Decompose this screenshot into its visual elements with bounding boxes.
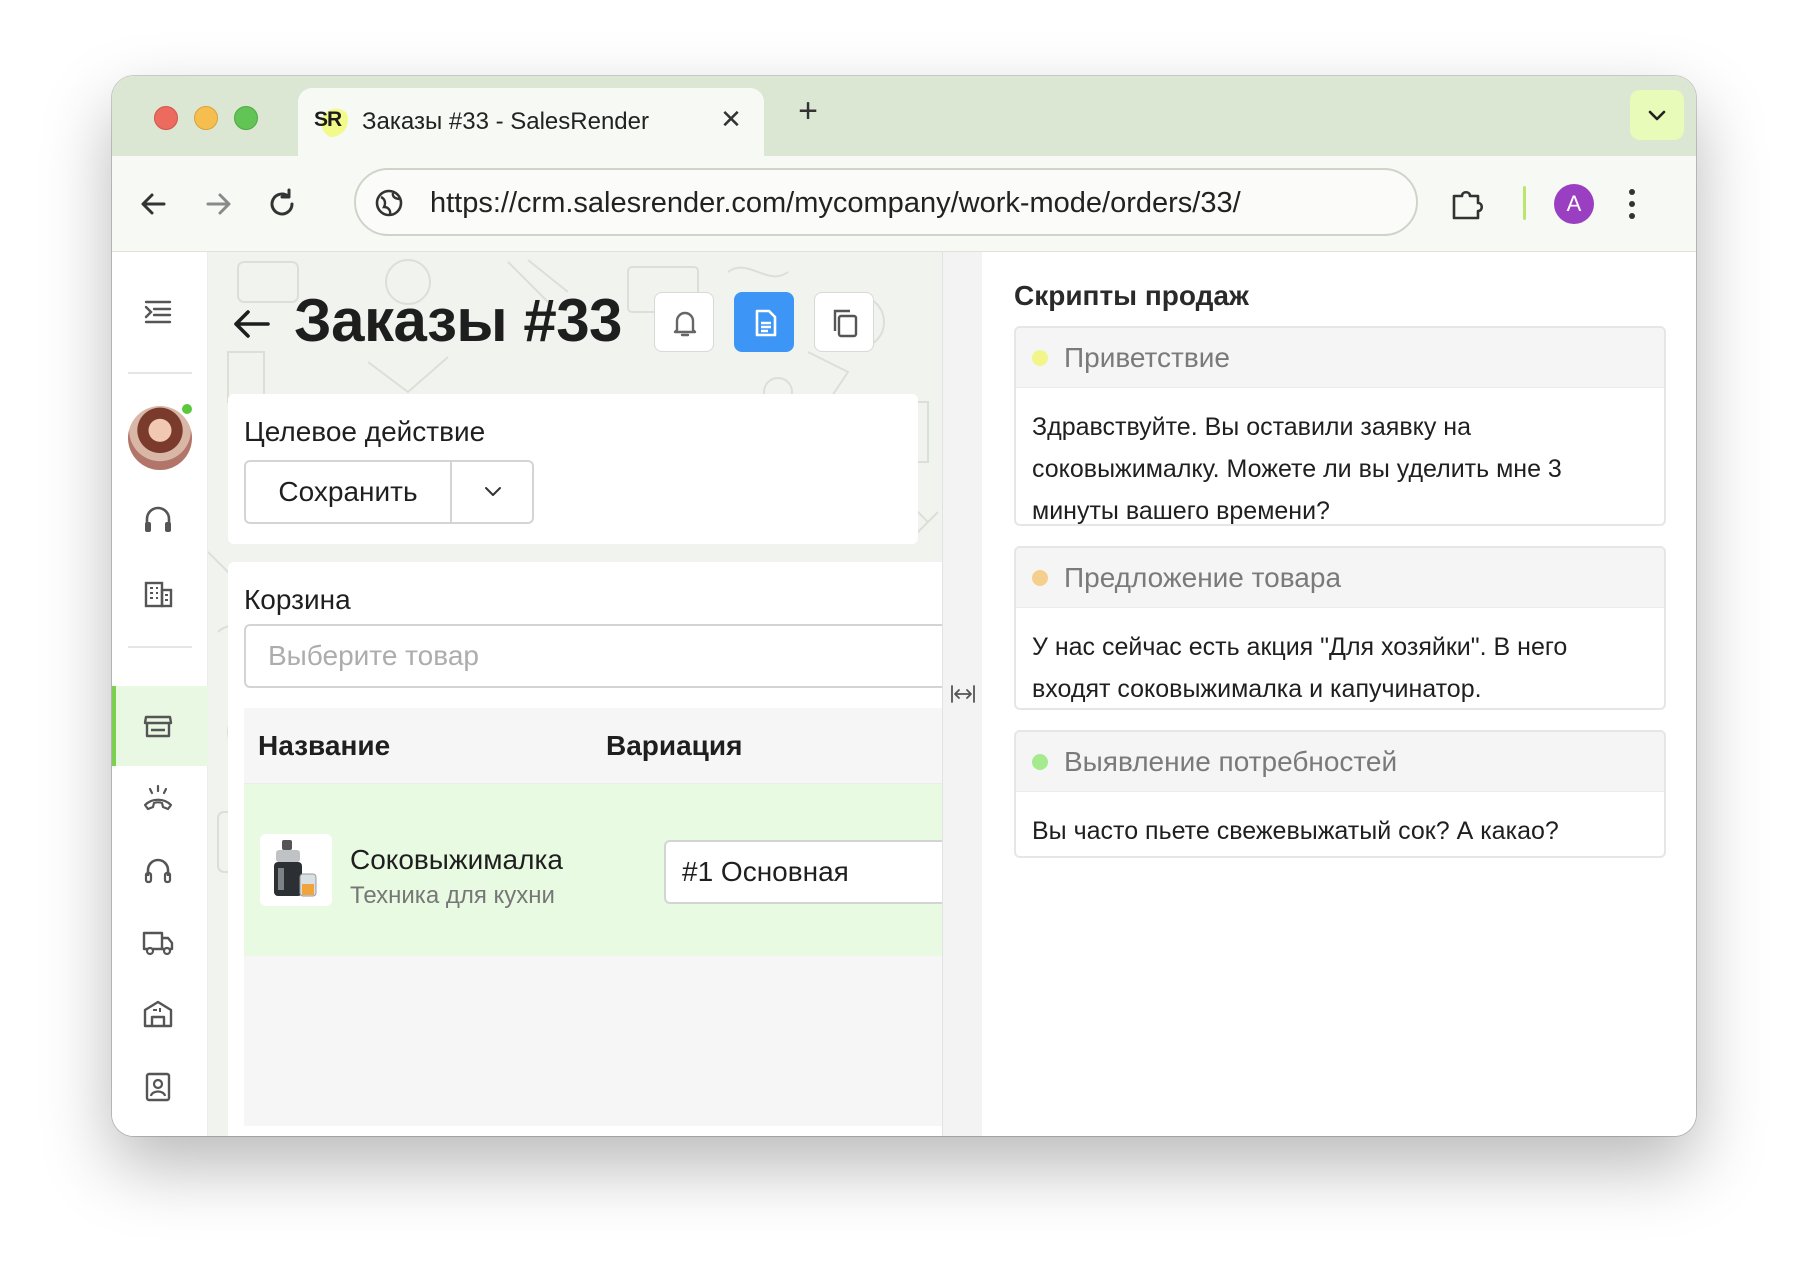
browser-window: SR Заказы #33 - SalesRender ✕ + https://… [112,76,1696,1136]
user-avatar[interactable] [128,406,192,470]
toolbar-divider [1523,186,1526,220]
product-image [260,834,332,906]
table-empty-area [244,956,942,1126]
cart-label: Корзина [244,584,351,615]
target-action-label: Целевое действие [244,416,486,447]
back-arrow-icon[interactable] [228,300,276,348]
contacts-card-icon[interactable] [140,1068,176,1104]
script-card-header[interactable]: Приветствие [1016,328,1664,388]
notifications-button[interactable] [654,292,714,352]
target-action-card: Целевое действие Сохранить [228,394,918,544]
juicer-image [274,840,317,897]
call-ringing-icon[interactable] [140,780,176,816]
site-info-icon[interactable] [374,188,404,218]
bell-icon [673,311,697,337]
status-dot [1032,754,1048,770]
resize-horizontal-icon [951,685,975,703]
variation-select[interactable]: #1 Основная [664,840,942,904]
chevron-down-icon [1648,110,1666,121]
tab-title: Заказы #33 - SalesRender [362,108,649,135]
save-button[interactable]: Сохранить [246,462,452,522]
page-title: Заказы #33 [294,287,622,354]
back-arrow-icon[interactable] [134,184,174,224]
save-split-button: Сохранить [244,460,534,524]
tab-strip: SR Заказы #33 - SalesRender ✕ + [112,76,1696,156]
chevron-down-icon[interactable] [482,480,504,502]
copy-icon [833,309,858,338]
tab-search-button[interactable] [1630,90,1684,140]
script-card-header[interactable]: Предложение товара [1016,548,1664,608]
company-building-icon[interactable] [140,576,176,612]
extensions-puzzle-icon[interactable] [1450,188,1486,222]
salesrender-logo-icon: SR [314,103,348,137]
support-headphones-icon[interactable] [140,852,176,888]
sidebar-divider [128,372,192,374]
table-row[interactable]: Соковыжималка Техника для кухни #1 Основ… [244,784,942,956]
minimize-window-button[interactable] [194,106,218,130]
script-text: Вы часто пьете свежевыжатый сок? А какао… [1032,817,1559,845]
status-dot [1032,350,1048,366]
cart-table-header: Название Вариация [244,708,942,784]
new-tab-button[interactable]: + [788,92,828,131]
status-dot [1032,570,1048,586]
sales-scripts-panel: Скрипты продаж Приветствие Здравствуйте.… [982,252,1696,1136]
app-content: Заказы #33 Целевое действие Сохранить Ко… [112,252,1696,1136]
forward-arrow-icon[interactable] [198,184,238,224]
close-window-button[interactable] [154,106,178,130]
cart-card: Корзина Название Вариация [228,562,942,1136]
document-icon [755,309,777,337]
headset-icon[interactable] [140,502,176,538]
profile-avatar[interactable]: A [1554,184,1594,224]
copy-order-button[interactable] [814,292,874,352]
script-text: У нас сейчас есть акция "Для хозяйки". В… [1032,633,1568,703]
sidebar-divider [128,646,192,648]
scripts-toggle-button[interactable] [734,292,794,352]
address-bar[interactable]: https://crm.salesrender.com/mycompany/wo… [354,168,1418,236]
script-card-header[interactable]: Выявление потребностей [1016,732,1664,792]
script-card-offer: Предложение товара У нас сейчас есть акц… [1014,546,1666,710]
warehouse-24-icon[interactable] [140,996,176,1032]
script-name: Выявление потребностей [1064,746,1398,777]
browser-toolbar: https://crm.salesrender.com/mycompany/wo… [112,156,1696,252]
menu-collapse-icon[interactable] [140,294,176,330]
product-search [244,624,942,688]
column-header-name: Название [258,730,391,761]
product-search-input[interactable] [246,626,942,686]
sidebar [112,252,208,1136]
more-menu-icon[interactable] [1624,184,1640,224]
url-text: https://crm.salesrender.com/mycompany/wo… [430,187,1241,219]
script-card-greeting: Приветствие Здравствуйте. Вы оставили за… [1014,326,1666,526]
online-status-dot [180,402,194,416]
product-category: Техника для кухни [350,882,555,909]
script-name: Предложение товара [1064,562,1342,593]
reload-icon[interactable] [262,184,302,224]
maximize-window-button[interactable] [234,106,258,130]
close-tab-icon[interactable]: ✕ [716,104,746,135]
store-icon[interactable] [140,708,176,744]
product-name: Соковыжималка [350,844,563,875]
script-name: Приветствие [1064,342,1230,373]
script-text: Здравствуйте. Вы оставили заявку на соко… [1032,413,1562,525]
browser-tab[interactable]: SR Заказы #33 - SalesRender ✕ [298,88,764,156]
cart-table: Название Вариация Соковыжималка Техника … [244,708,942,1126]
script-card-needs: Выявление потребностей Вы часто пьете св… [1014,730,1666,858]
scripts-title: Скрипты продаж [1014,280,1249,311]
column-header-variation: Вариация [606,730,743,761]
panel-resize-handle[interactable] [942,252,982,1136]
order-workarea: Заказы #33 Целевое действие Сохранить Ко… [208,252,942,1136]
delivery-truck-icon[interactable] [140,924,176,960]
